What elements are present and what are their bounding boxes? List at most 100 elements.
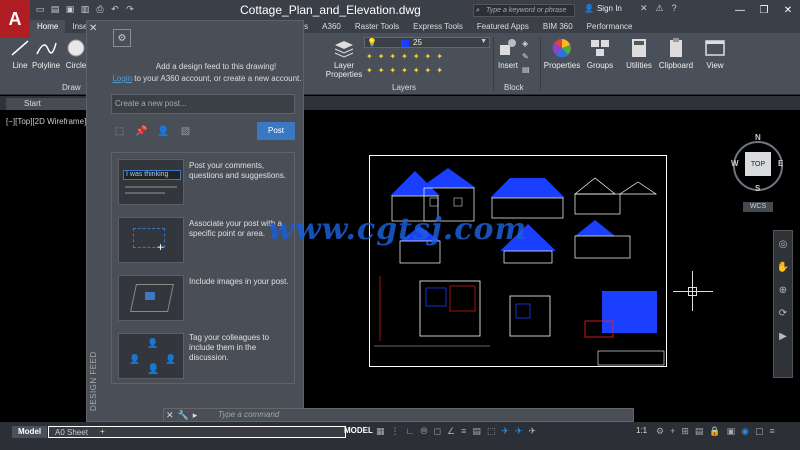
clipboard-button[interactable]: Clipboard bbox=[658, 37, 694, 70]
command-input[interactable]: Type a command bbox=[218, 410, 279, 419]
hardware-acceleration-icon[interactable]: ▣ bbox=[727, 426, 736, 437]
viewport-controls-label[interactable]: [−][Top][2D Wireframe] bbox=[6, 117, 86, 126]
layer-tool-icon[interactable]: ✦ bbox=[425, 52, 432, 61]
zoom-icon[interactable]: ⊕ bbox=[774, 282, 792, 300]
layer-dropdown[interactable]: 💡 25 ▼ bbox=[364, 37, 490, 48]
groups-button[interactable]: Groups bbox=[586, 37, 614, 70]
isolate-objects-icon[interactable]: ◉ bbox=[741, 426, 749, 437]
polar-icon[interactable]: ⦾ bbox=[420, 426, 427, 437]
layer-tool-icon[interactable]: ✦ bbox=[401, 66, 408, 75]
layer-properties-button[interactable]: Layer Properties bbox=[326, 37, 362, 79]
create-block-icon[interactable]: ◈ bbox=[522, 39, 530, 48]
layer-tool-icon[interactable]: ✦ bbox=[366, 66, 373, 75]
viewcube-top-face[interactable]: TOP bbox=[745, 152, 771, 176]
clean-screen-icon[interactable]: ▢ bbox=[755, 426, 764, 437]
login-link[interactable]: Login bbox=[112, 74, 132, 83]
layer-tool-icon[interactable]: ✦ bbox=[436, 52, 443, 61]
steering-wheel-icon[interactable]: ◎ bbox=[774, 236, 792, 254]
compass-east[interactable]: E bbox=[778, 159, 783, 168]
exchange-icon[interactable]: ✕ bbox=[640, 3, 648, 14]
image-icon[interactable]: ▨ bbox=[179, 125, 192, 138]
layer-tool-icon[interactable]: ✦ bbox=[413, 66, 420, 75]
gear-icon[interactable]: ⚙ bbox=[113, 29, 131, 47]
stay-connected-icon[interactable]: ⚠ bbox=[656, 3, 664, 14]
annotation-icon[interactable]: ✈ bbox=[501, 426, 509, 437]
pin-icon[interactable]: 📌 bbox=[135, 125, 148, 138]
recent-commands-icon[interactable]: ▸ bbox=[193, 410, 198, 421]
tab-performance[interactable]: Performance bbox=[580, 20, 640, 33]
properties-button[interactable]: Properties bbox=[544, 37, 580, 70]
layer-tool-icon[interactable]: ✦ bbox=[436, 66, 443, 75]
layer-tool-icon[interactable]: ✦ bbox=[389, 66, 396, 75]
layer-tool-icon[interactable]: ✦ bbox=[413, 52, 420, 61]
polyline-button[interactable]: Polyline bbox=[32, 37, 60, 70]
tab-express-tools[interactable]: Express Tools bbox=[406, 20, 470, 33]
post-button[interactable]: Post bbox=[257, 122, 295, 140]
showmotion-icon[interactable]: ▶ bbox=[774, 328, 792, 346]
save-icon[interactable]: ▣ bbox=[64, 3, 76, 15]
tab-bim360[interactable]: BIM 360 bbox=[536, 20, 580, 33]
snap-icon[interactable]: ⋮ bbox=[391, 426, 400, 437]
close-icon[interactable]: ✕ bbox=[89, 23, 97, 34]
layer-tool-icon[interactable]: ✦ bbox=[378, 52, 385, 61]
tab-raster-tools[interactable]: Raster Tools bbox=[348, 20, 406, 33]
units-icon[interactable]: ⊞ bbox=[681, 426, 689, 437]
edit-block-icon[interactable]: ✎ bbox=[522, 52, 530, 61]
print-icon[interactable]: ⎙ bbox=[94, 3, 106, 15]
utilities-button[interactable]: Utilities bbox=[624, 37, 654, 70]
pan-icon[interactable]: ✋ bbox=[774, 259, 792, 277]
saveas-icon[interactable]: ▥ bbox=[79, 3, 91, 15]
ortho-icon[interactable]: ∟ bbox=[406, 426, 415, 437]
layer-tool-icon[interactable]: ✦ bbox=[378, 66, 385, 75]
insert-button[interactable]: Insert bbox=[496, 37, 520, 70]
model-space-button[interactable]: MODEL bbox=[344, 426, 373, 435]
annotation-scale-icon[interactable]: ✈ bbox=[528, 426, 536, 437]
layer-tool-icon[interactable]: ✦ bbox=[425, 66, 432, 75]
otrack-icon[interactable]: ∠ bbox=[447, 426, 455, 437]
compass-south[interactable]: S bbox=[755, 184, 760, 193]
selection-cycling-icon[interactable]: ⬚ bbox=[487, 426, 496, 437]
layer-tool-icon[interactable]: ✦ bbox=[366, 52, 373, 61]
undo-icon[interactable]: ↶ bbox=[109, 3, 121, 15]
close-icon[interactable]: ✕ bbox=[776, 0, 800, 20]
help-icon[interactable]: ? bbox=[672, 3, 677, 14]
open-icon[interactable]: ▤ bbox=[49, 3, 61, 15]
close-icon[interactable]: ✕ bbox=[166, 410, 174, 421]
new-icon[interactable]: ▭ bbox=[34, 3, 46, 15]
attribute-icon[interactable]: ▤ bbox=[522, 65, 530, 74]
quick-properties-icon[interactable]: ▤ bbox=[695, 426, 704, 437]
wcs-menu[interactable]: WCS bbox=[743, 202, 773, 212]
tab-featured-apps[interactable]: Featured Apps bbox=[470, 20, 536, 33]
search-input[interactable]: ⌕ Type a keyword or phrase bbox=[473, 4, 575, 17]
minimize-icon[interactable]: — bbox=[728, 0, 752, 20]
tab-home[interactable]: Home bbox=[30, 20, 66, 33]
line-button[interactable]: Line bbox=[8, 37, 32, 70]
osnap-icon[interactable]: ◻ bbox=[434, 426, 441, 437]
lock-icon[interactable]: 🔒 bbox=[709, 426, 720, 437]
annotation-scale[interactable]: 1:1 bbox=[636, 426, 647, 435]
add-layout-button[interactable]: + bbox=[94, 426, 111, 438]
plus-icon[interactable]: + bbox=[670, 426, 675, 437]
circle-button[interactable]: Circle bbox=[64, 37, 88, 70]
compass-west[interactable]: W bbox=[731, 159, 739, 168]
view-button[interactable]: View bbox=[702, 37, 728, 70]
layer-tool-icon[interactable]: ✦ bbox=[401, 52, 408, 61]
layout-tab-a0-sheet[interactable]: A0 Sheet bbox=[48, 426, 346, 438]
application-menu-button[interactable]: A bbox=[0, 0, 30, 38]
compass-north[interactable]: N bbox=[755, 133, 761, 142]
tab-a360[interactable]: A360 bbox=[315, 20, 348, 33]
wrench-icon[interactable]: 🔧 bbox=[178, 410, 189, 421]
transparency-icon[interactable]: ▤ bbox=[472, 426, 481, 437]
signin-button[interactable]: 👤 Sign In bbox=[584, 4, 622, 13]
tag-user-icon[interactable]: 👤 bbox=[157, 125, 170, 138]
start-tab[interactable]: Start bbox=[6, 98, 86, 110]
layout-tab-model[interactable]: Model bbox=[12, 426, 48, 438]
lineweight-icon[interactable]: ≡ bbox=[461, 426, 466, 437]
new-post-input[interactable]: Create a new post... bbox=[111, 94, 295, 114]
grid-icon[interactable]: ▦ bbox=[376, 426, 385, 437]
orbit-icon[interactable]: ⟳ bbox=[774, 305, 792, 323]
gear-icon[interactable]: ⚙ bbox=[656, 426, 664, 437]
customization-icon[interactable]: ≡ bbox=[770, 426, 775, 437]
annotation-visibility-icon[interactable]: ✈ bbox=[515, 426, 523, 437]
layer-tool-icon[interactable]: ✦ bbox=[389, 52, 396, 61]
